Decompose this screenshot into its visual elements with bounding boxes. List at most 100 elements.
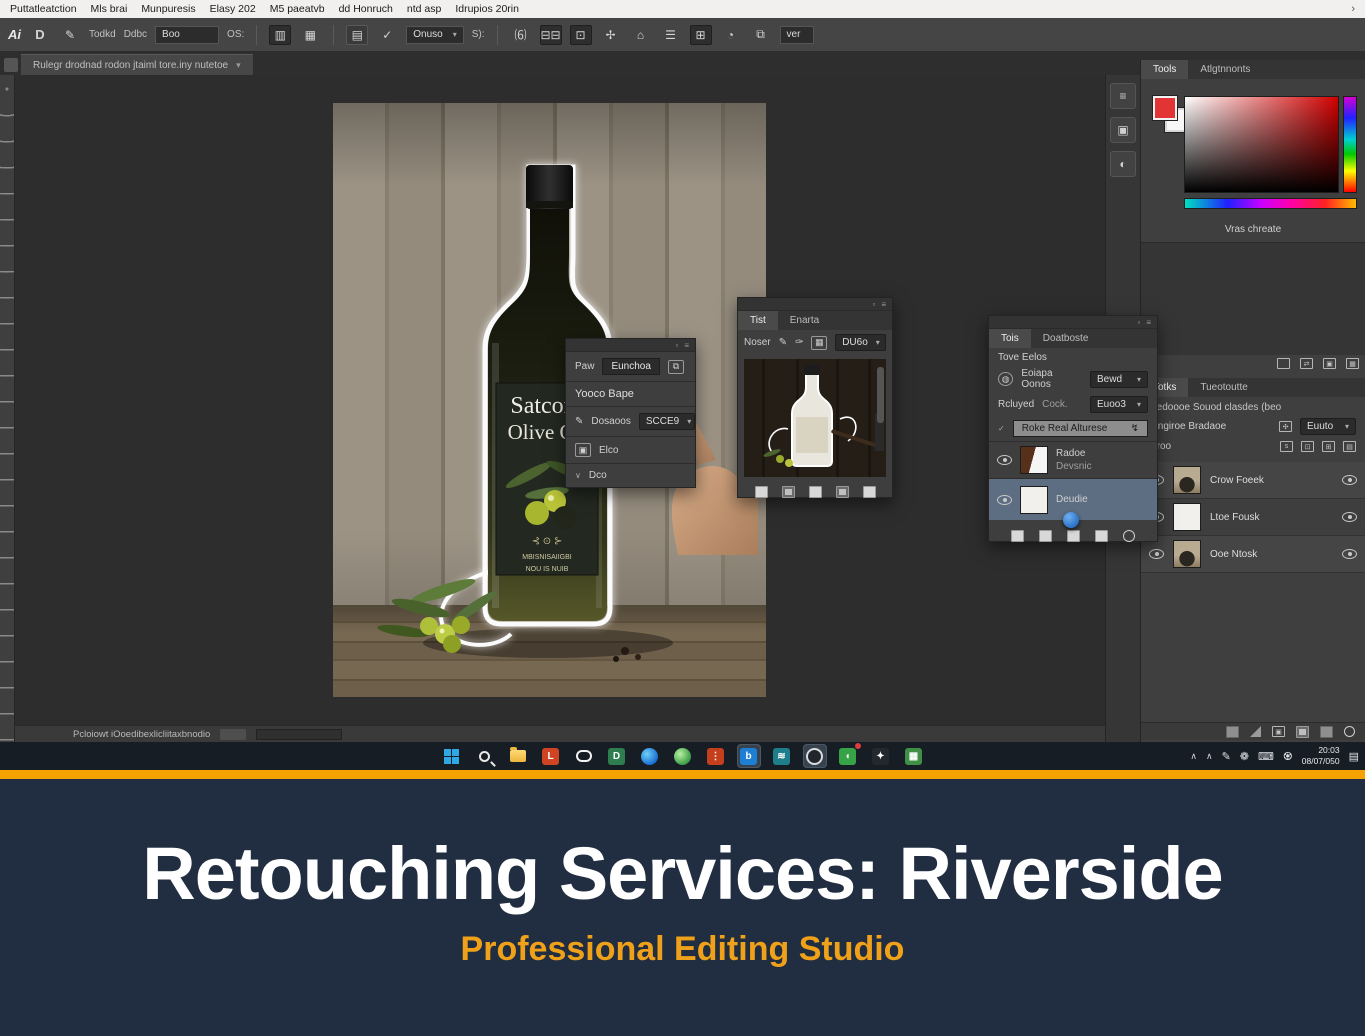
tab-tools[interactable]: Tools	[1141, 60, 1188, 79]
rotate-view-icon[interactable]: ◔	[720, 25, 742, 45]
tab-inactive[interactable]: Doatboste	[1031, 329, 1101, 348]
taskbar-clock[interactable]: 20:03 08/07/050	[1302, 745, 1340, 766]
menu-item[interactable]: Mls brai	[91, 3, 128, 15]
preview-mode-button[interactable]	[836, 486, 849, 498]
expand-caret-icon[interactable]: ∨	[575, 471, 581, 480]
row1-select[interactable]: Bewd▾	[1090, 371, 1148, 388]
tab-adjustments[interactable]: Atlgtnnonts	[1188, 60, 1262, 79]
mask-icon[interactable]: ▦	[811, 336, 827, 350]
dialog-icon[interactable]: ▤	[346, 25, 368, 45]
hue-slider-vertical[interactable]	[1343, 96, 1357, 193]
adjustment-icon[interactable]	[1296, 726, 1309, 738]
warp-icon[interactable]: ⊡	[570, 25, 592, 45]
preview-mode-button[interactable]	[782, 486, 795, 498]
foreground-color-swatch[interactable]	[1153, 96, 1177, 120]
tab-channels[interactable]: Tueotoutte	[1188, 378, 1259, 397]
keyboard-icon[interactable]: ⊞	[690, 25, 712, 45]
menu-item[interactable]: M5 paeatvb	[270, 3, 325, 15]
fx-icon[interactable]	[1250, 726, 1261, 737]
grid-view-icon[interactable]: ▦	[1346, 358, 1359, 369]
adjust-panel-icon[interactable]: ◐	[1110, 151, 1136, 177]
widgets-icon[interactable]	[572, 744, 596, 768]
active-tool-icon[interactable]: Ai	[8, 27, 21, 42]
layer-thumbnail[interactable]	[1173, 503, 1201, 531]
canvas-area[interactable]: Satcoro Olive Oil ⊰	[15, 75, 1105, 742]
media-orb-icon[interactable]	[803, 744, 827, 768]
file-explorer-icon[interactable]	[506, 744, 530, 768]
new-layer-circle-icon[interactable]	[1344, 726, 1355, 737]
mask-add-icon[interactable]: ▣	[1272, 726, 1285, 737]
lock-pixels-icon[interactable]: ⊡	[1301, 441, 1314, 452]
notification-center-icon[interactable]: ▤	[1349, 750, 1359, 763]
mini-layer-row-selected[interactable]: Deudie	[989, 478, 1157, 520]
home-icon[interactable]: ⌂	[630, 25, 652, 45]
visibility-eye-icon[interactable]	[997, 495, 1012, 505]
opacity-slider-knob[interactable]	[1063, 512, 1079, 528]
delete-circle-icon[interactable]	[1123, 530, 1135, 542]
grid-icon[interactable]: ▦	[299, 25, 321, 45]
image-panel-icon[interactable]: ▣	[1110, 117, 1136, 143]
arrange-icon[interactable]: ⧉	[750, 25, 772, 45]
chat-app-icon[interactable]: ◖	[836, 744, 860, 768]
commit-check-icon[interactable]: ✓	[376, 25, 398, 45]
blend-select[interactable]: Euuto▾	[1300, 418, 1356, 435]
tray-chevron-icon[interactable]: ∧	[1190, 751, 1197, 762]
row2-select[interactable]: Euoo3▾	[1090, 396, 1148, 413]
preview-mode-button[interactable]	[755, 486, 768, 498]
menu-icon[interactable]: ≡	[881, 300, 886, 309]
preview-image[interactable]	[744, 359, 886, 477]
tray-chevron-icon[interactable]: ∧	[1206, 751, 1213, 762]
panel-action-button[interactable]	[1011, 530, 1024, 542]
collapse-icon[interactable]: ▫	[1137, 318, 1140, 327]
lasso-icon[interactable]: ✑	[795, 337, 803, 348]
move-arrows-icon[interactable]: ✢	[600, 25, 622, 45]
panel-action-button[interactable]	[1095, 530, 1108, 542]
row-label[interactable]: Elco	[599, 445, 618, 456]
panel-titlebar[interactable]: ▫ ≡	[738, 298, 892, 311]
lock-position-icon[interactable]: ⊞	[1322, 441, 1335, 452]
document-tab[interactable]: Rulegr drodnad rodon jtaiml tore.iny nut…	[21, 54, 253, 75]
pen-tool-icon[interactable]: ✎	[59, 25, 81, 45]
link-eye-icon[interactable]	[1342, 475, 1357, 485]
pen-icon[interactable]: ✎	[779, 337, 787, 348]
menu-item[interactable]: ntd asp	[407, 3, 441, 15]
workspace-select[interactable]: ver	[780, 26, 814, 44]
tab-caret-icon[interactable]: ▾	[236, 60, 241, 71]
people-tray-icon[interactable]: ❁	[1240, 750, 1249, 763]
option-input[interactable]: Boo	[155, 26, 219, 44]
new-layer-icon[interactable]: ⧉	[668, 360, 684, 374]
layer-thumbnail[interactable]	[1173, 540, 1201, 568]
mini-layer-row[interactable]: Radoe Devsnic	[989, 441, 1157, 478]
pen-tray-icon[interactable]: ✎	[1222, 750, 1231, 763]
menu-item[interactable]: Puttatleatction	[10, 3, 77, 15]
view-select[interactable]: DU6o▾	[835, 334, 886, 351]
check-caret-icon[interactable]: ✓	[998, 424, 1005, 433]
visibility-eye-icon[interactable]	[997, 455, 1012, 465]
sort-icon[interactable]: ⇄	[1300, 358, 1313, 369]
hue-slider-horizontal[interactable]	[1184, 198, 1357, 209]
link-eye-icon[interactable]	[1342, 512, 1357, 522]
menu-icon[interactable]: ≡	[1146, 318, 1151, 327]
list-icon[interactable]: ☰	[660, 25, 682, 45]
panel-action-button[interactable]	[1067, 530, 1080, 542]
group-icon[interactable]	[1320, 726, 1333, 738]
filter-icon[interactable]	[1277, 358, 1290, 369]
collapse-icon[interactable]: ▫	[675, 341, 678, 350]
preview-mode-button[interactable]	[863, 486, 876, 498]
menu-item[interactable]: Idrupios 20rin	[455, 3, 519, 15]
tab-active[interactable]: Tist	[738, 311, 778, 330]
thumb-icon[interactable]: ▣	[1323, 358, 1336, 369]
visibility-eye-icon[interactable]	[1149, 549, 1164, 559]
dark-app-icon[interactable]: ✦	[869, 744, 893, 768]
panel-action-button[interactable]	[1039, 530, 1052, 542]
foot-label[interactable]: Dco	[589, 470, 607, 481]
panel-titlebar[interactable]: ▫ ≡	[566, 339, 695, 352]
orange-app-icon[interactable]: ⋮	[704, 744, 728, 768]
link-eye-icon[interactable]	[1342, 549, 1357, 559]
panel-titlebar[interactable]: ▫ ≡	[989, 316, 1157, 329]
distribute-icon[interactable]: ⊟⊟	[540, 25, 562, 45]
photo-editor-icon[interactable]: b	[737, 744, 761, 768]
layer-row[interactable]: Crow Foeek	[1141, 462, 1365, 499]
mode-select[interactable]: Onuso▾	[406, 26, 463, 44]
menu-item[interactable]: Elasy 202	[210, 3, 256, 15]
